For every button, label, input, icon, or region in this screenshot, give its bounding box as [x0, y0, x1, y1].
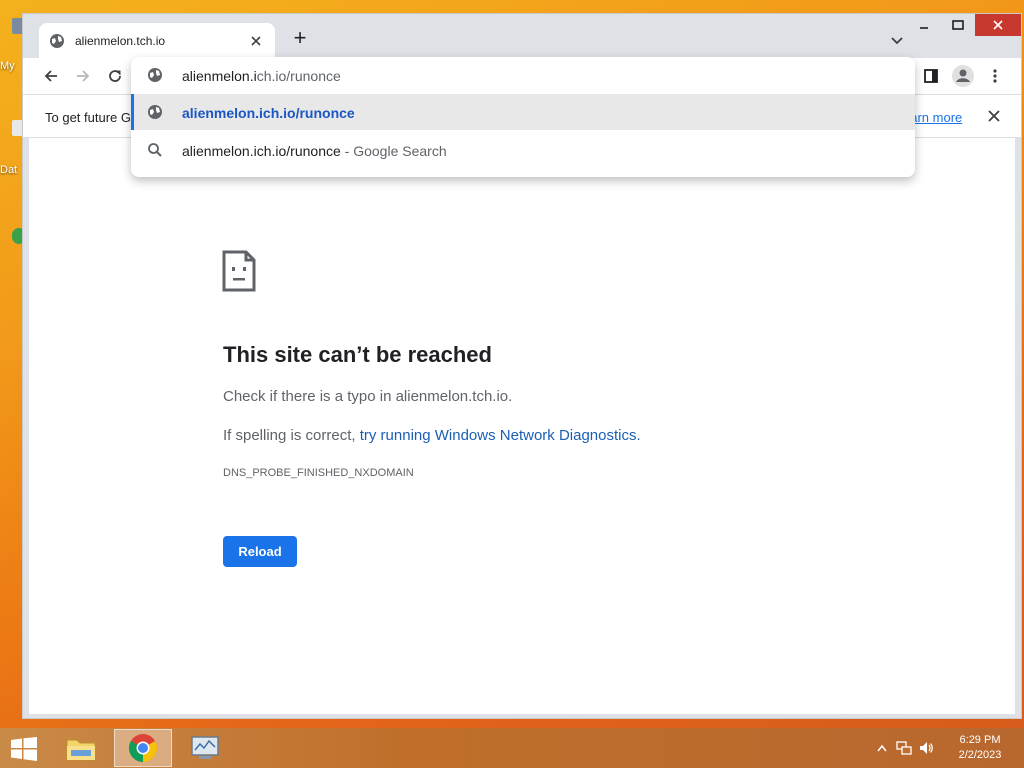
tab-close-icon[interactable] [247, 32, 265, 50]
desktop-icon-label-dat: Dat [0, 164, 18, 176]
browser-tab[interactable]: alienmelon.tch.io [39, 23, 275, 59]
sad-page-icon [222, 250, 256, 292]
address-typed-text: alienmelon.i [182, 68, 257, 84]
taskbar: 6:29 PM 2/2/2023 [0, 728, 1024, 768]
title-bar: alienmelon.tch.io + [23, 14, 1021, 59]
window-controls [907, 14, 1021, 36]
reload-button[interactable]: Reload [223, 536, 297, 567]
monitor-app-icon [191, 736, 219, 759]
address-bar-value[interactable]: alienmelon.ich.io/runonce [182, 68, 341, 84]
error-hint: Check if there is a typo in alienmelon.t… [223, 388, 513, 405]
taskbar-chrome[interactable] [114, 729, 172, 767]
globe-icon [148, 105, 162, 119]
search-icon [148, 143, 162, 157]
page-content [29, 138, 1015, 714]
network-icon[interactable] [896, 740, 912, 756]
suggestion-search[interactable]: alienmelon.ich.io/runonce - Google Searc… [131, 132, 915, 168]
globe-icon [50, 34, 64, 48]
info-bar-close-icon[interactable] [985, 107, 1003, 125]
suggestion-url[interactable]: alienmelon.ich.io/runonce [131, 94, 915, 130]
menu-kebab-icon[interactable] [983, 64, 1007, 88]
desktop-icon-label-my: My [0, 60, 15, 72]
taskbar-clock[interactable]: 6:29 PM 2/2/2023 [944, 733, 1016, 763]
back-button[interactable] [39, 64, 63, 88]
address-bar[interactable]: alienmelon.ich.io/runonce [131, 57, 915, 93]
taskbar-app[interactable] [176, 729, 234, 767]
error-suggestion: If spelling is correct, try running Wind… [223, 427, 641, 444]
forward-button[interactable] [71, 64, 95, 88]
system-tray [874, 740, 934, 756]
new-tab-button[interactable]: + [289, 27, 311, 50]
clock-time: 6:29 PM [959, 734, 1001, 746]
network-diagnostics-link[interactable]: try running Windows Network Diagnostics. [360, 427, 641, 444]
suggestion-search-query: alienmelon.ich.io/runonce [182, 143, 341, 159]
maximize-button[interactable] [941, 14, 975, 36]
taskbar-file-explorer[interactable] [52, 729, 110, 767]
window-close-button[interactable] [975, 14, 1021, 36]
tab-search-chevron-icon[interactable] [887, 30, 907, 50]
windows-start-icon[interactable] [10, 737, 38, 761]
globe-icon [148, 68, 162, 82]
volume-icon[interactable] [918, 740, 934, 756]
omnibox-dropdown: alienmelon.ich.io/runonce alienmelon.ich… [131, 57, 915, 177]
address-autocomplete-text: ch.io/runonce [256, 68, 341, 84]
show-hidden-icons-icon[interactable] [874, 740, 890, 756]
error-suggestion-prefix: If spelling is correct, [223, 427, 360, 444]
suggestion-search-text: alienmelon.ich.io/runonce - Google Searc… [182, 143, 447, 159]
clock-date: 2/2/2023 [958, 749, 1002, 761]
info-bar-text: To get future G [45, 110, 131, 125]
suggestion-url-text: alienmelon.ich.io/runonce [182, 105, 355, 121]
tab-title: alienmelon.tch.io [75, 34, 166, 48]
side-panel-button[interactable] [919, 64, 943, 88]
profile-avatar[interactable] [951, 64, 975, 88]
minimize-button[interactable] [907, 14, 941, 36]
chrome-icon [129, 734, 157, 762]
reload-icon-button[interactable] [103, 64, 127, 88]
suggestion-search-suffix: - Google Search [340, 143, 447, 159]
error-title: This site can’t be reached [223, 342, 492, 367]
folder-icon [66, 739, 96, 761]
error-code: DNS_PROBE_FINISHED_NXDOMAIN [223, 467, 414, 479]
